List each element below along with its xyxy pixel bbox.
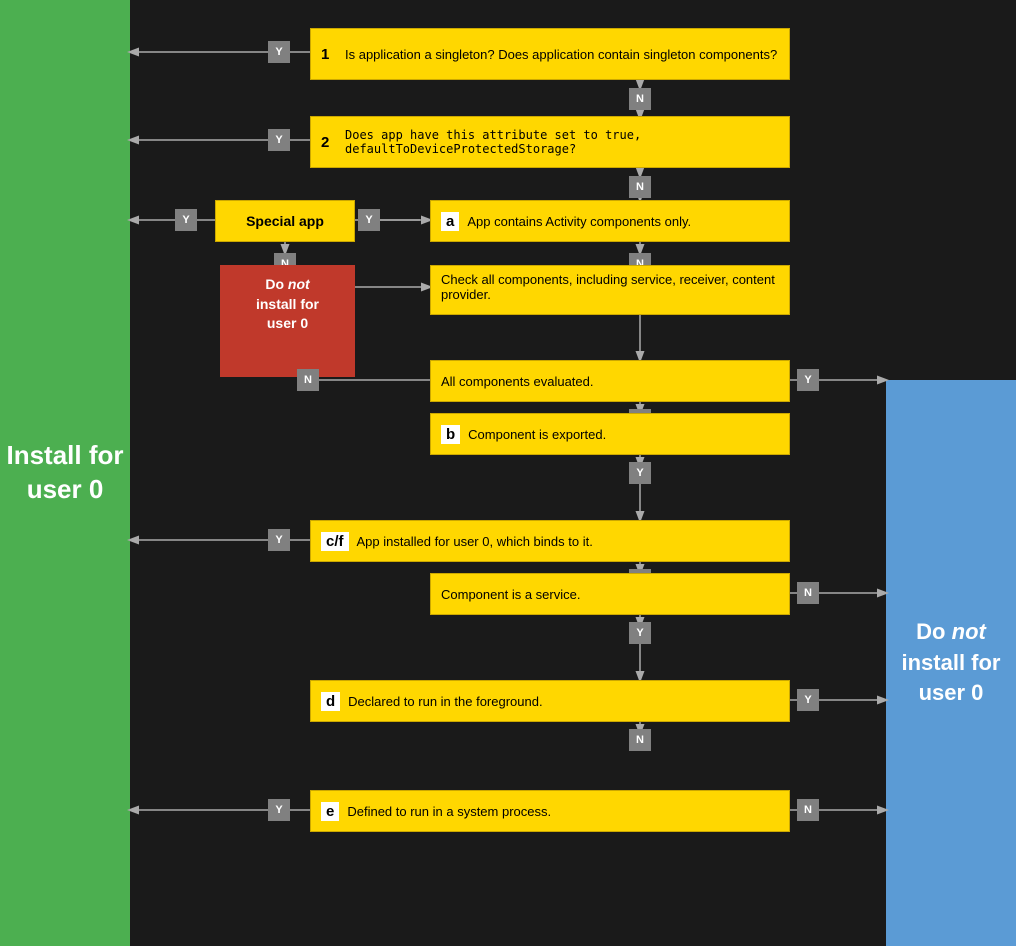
- check-components-box: Check all components, including service,…: [430, 265, 790, 315]
- badge-y-e-left: Y: [268, 799, 290, 821]
- badge-y-box2: Y: [268, 129, 290, 151]
- badge-n-service-right: N: [797, 582, 819, 604]
- all-components-box: All components evaluated.: [430, 360, 790, 402]
- box-cf-label: c/f: [321, 532, 349, 551]
- box-1-number: 1: [321, 46, 337, 63]
- special-app-box: Special app: [215, 200, 355, 242]
- right-panel: Do not install for user 0: [886, 380, 1016, 946]
- do-not-install-text: Do notinstall foruser 0: [256, 276, 319, 331]
- diagram-container: Install for user 0 Do not install for us…: [0, 0, 1016, 946]
- box-d-text: Declared to run in the foreground.: [348, 694, 542, 709]
- left-panel: Install for user 0: [0, 0, 130, 946]
- box-2-text: Does app have this attribute set to true…: [345, 128, 779, 156]
- box-a-text: App contains Activity components only.: [467, 214, 691, 229]
- badge-y-service-down: Y: [629, 622, 651, 644]
- component-service-text: Component is a service.: [441, 587, 580, 602]
- box-e-text: Defined to run in a system process.: [347, 804, 551, 819]
- badge-n-all-comp-left: N: [297, 369, 319, 391]
- box-a: a App contains Activity components only.: [430, 200, 790, 242]
- box-d-label: d: [321, 692, 340, 711]
- box-b-label: b: [441, 425, 460, 444]
- box-cf-text: App installed for user 0, which binds to…: [357, 534, 593, 549]
- badge-n-d-down: N: [629, 729, 651, 751]
- badge-y-all-comp-right: Y: [797, 369, 819, 391]
- box-2: 2 Does app have this attribute set to tr…: [310, 116, 790, 168]
- badge-y-special-right: Y: [358, 209, 380, 231]
- box-b: b Component is exported.: [430, 413, 790, 455]
- check-components-text: Check all components, including service,…: [441, 272, 779, 302]
- box-1-text: Is application a singleton? Does applica…: [345, 47, 777, 62]
- badge-y-cf-left: Y: [268, 529, 290, 551]
- badge-n-e-right: N: [797, 799, 819, 821]
- badge-n-box2: N: [629, 176, 651, 198]
- component-service-box: Component is a service.: [430, 573, 790, 615]
- box-a-label: a: [441, 212, 459, 231]
- box-1: 1 Is application a singleton? Does appli…: [310, 28, 790, 80]
- badge-y-d-right: Y: [797, 689, 819, 711]
- special-app-text: Special app: [246, 213, 324, 229]
- box-d: d Declared to run in the foreground.: [310, 680, 790, 722]
- box-cf: c/f App installed for user 0, which bind…: [310, 520, 790, 562]
- do-not-install-box: Do notinstall foruser 0: [220, 265, 355, 377]
- box-e-label: e: [321, 802, 339, 821]
- all-components-text: All components evaluated.: [441, 374, 593, 389]
- badge-y-box-b-down: Y: [629, 462, 651, 484]
- right-panel-text: Do not install for user 0: [886, 617, 1016, 709]
- badge-n-box1: N: [629, 88, 651, 110]
- badge-y-special-left: Y: [175, 209, 197, 231]
- box-2-number: 2: [321, 134, 337, 151]
- box-b-text: Component is exported.: [468, 427, 606, 442]
- badge-y-box1: Y: [268, 41, 290, 63]
- box-e: e Defined to run in a system process.: [310, 790, 790, 832]
- left-panel-text: Install for user 0: [0, 439, 130, 507]
